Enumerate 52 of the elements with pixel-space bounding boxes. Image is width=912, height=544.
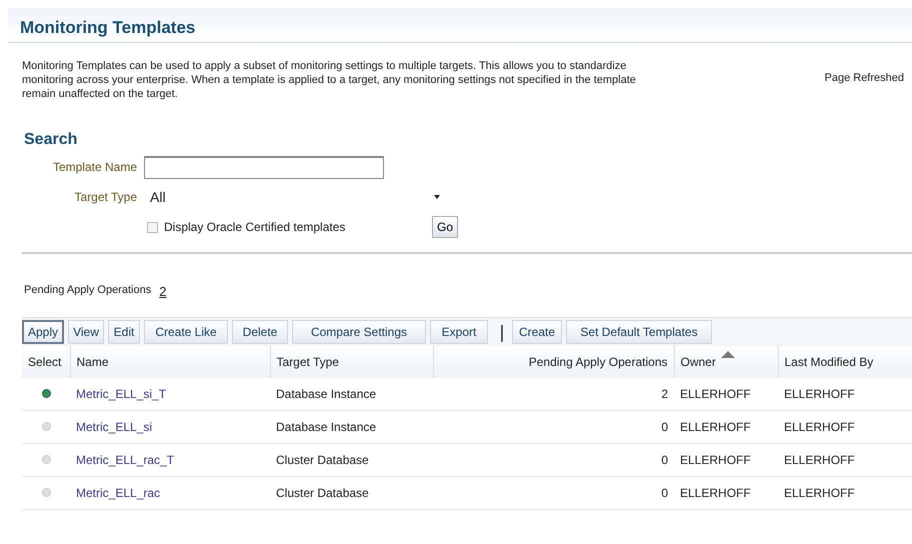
column-header[interactable]: Select (22, 346, 70, 378)
table-cell: Cluster Database (270, 476, 433, 510)
certified-checkbox[interactable] (147, 222, 158, 232)
column-header[interactable]: Owner (674, 346, 778, 378)
table-cell: Database Instance (270, 378, 433, 410)
sort-ascending-icon (720, 351, 734, 358)
checkbox-label: Display Oracle Certified templates (164, 220, 346, 234)
toolbar-button[interactable]: Compare Settings (292, 320, 426, 344)
target-type-dropdown[interactable]: All (144, 186, 446, 208)
description-text: Monitoring Templates can be used to apply a subset of monitoring settings to multiple targets. This allows you to standardize monitoring across your enterprise. When a template is applied to a target, any monitoring settings not specified in the template remain unaffected on the target. (22, 59, 637, 101)
table-cell: ELLERHOFF (674, 410, 778, 444)
toolbar-button[interactable]: Apply (22, 320, 64, 344)
toolbar-button[interactable]: Set Default Templates (566, 320, 712, 344)
column-header[interactable]: Pending Apply Operations (433, 346, 674, 378)
search-heading: Search (24, 131, 78, 149)
column-header[interactable]: Target Type (270, 346, 433, 378)
page-refreshed-text: Page Refreshed (824, 72, 904, 86)
column-header[interactable]: Name (70, 346, 270, 378)
toolbar-button[interactable]: View (68, 320, 104, 344)
toolbar-button[interactable]: Create (512, 320, 562, 344)
toolbar-separator: | (498, 322, 506, 342)
toolbar-button[interactable]: Create Like (144, 320, 228, 344)
toolbar-button[interactable]: Export (430, 320, 488, 344)
field-label: Template Name (52, 160, 138, 174)
table-cell: ELLERHOFF (778, 378, 912, 410)
go-button[interactable]: Go (432, 216, 458, 238)
template-name-link[interactable]: Metric_ELL_rac_T (76, 453, 174, 467)
template-name-link[interactable]: Metric_ELL_si (76, 420, 152, 434)
template-name-link[interactable]: Metric_ELL_si_T (76, 387, 166, 401)
table-cell: ELLERHOFF (674, 476, 778, 510)
page-title: Monitoring Templates (20, 18, 196, 37)
table-cell: Cluster Database (270, 444, 433, 476)
table-cell: ELLERHOFF (778, 444, 912, 476)
template-name-field[interactable] (144, 156, 384, 178)
toolbar-button[interactable]: Edit (108, 320, 140, 344)
table-cell: Database Instance (270, 410, 433, 444)
table-cell: 2 (433, 378, 674, 410)
row-radio[interactable] (42, 389, 50, 398)
table-cell: ELLERHOFF (674, 378, 778, 410)
dropdown-icon (434, 195, 440, 199)
field-label: Target Type (74, 190, 138, 204)
table-cell: ELLERHOFF (778, 476, 912, 510)
pending-count-link[interactable]: 2 (159, 284, 166, 299)
table-cell: 0 (433, 444, 674, 476)
column-header[interactable]: Last Modified By (778, 346, 912, 378)
table-cell: ELLERHOFF (778, 410, 912, 444)
template-name-link[interactable]: Metric_ELL_rac (76, 486, 160, 500)
table-cell: 0 (433, 410, 674, 444)
pending-label: Pending Apply Operations (24, 284, 152, 298)
table-cell: ELLERHOFF (674, 444, 778, 476)
table-cell: 0 (433, 476, 674, 510)
toolbar-button[interactable]: Delete (232, 320, 288, 344)
